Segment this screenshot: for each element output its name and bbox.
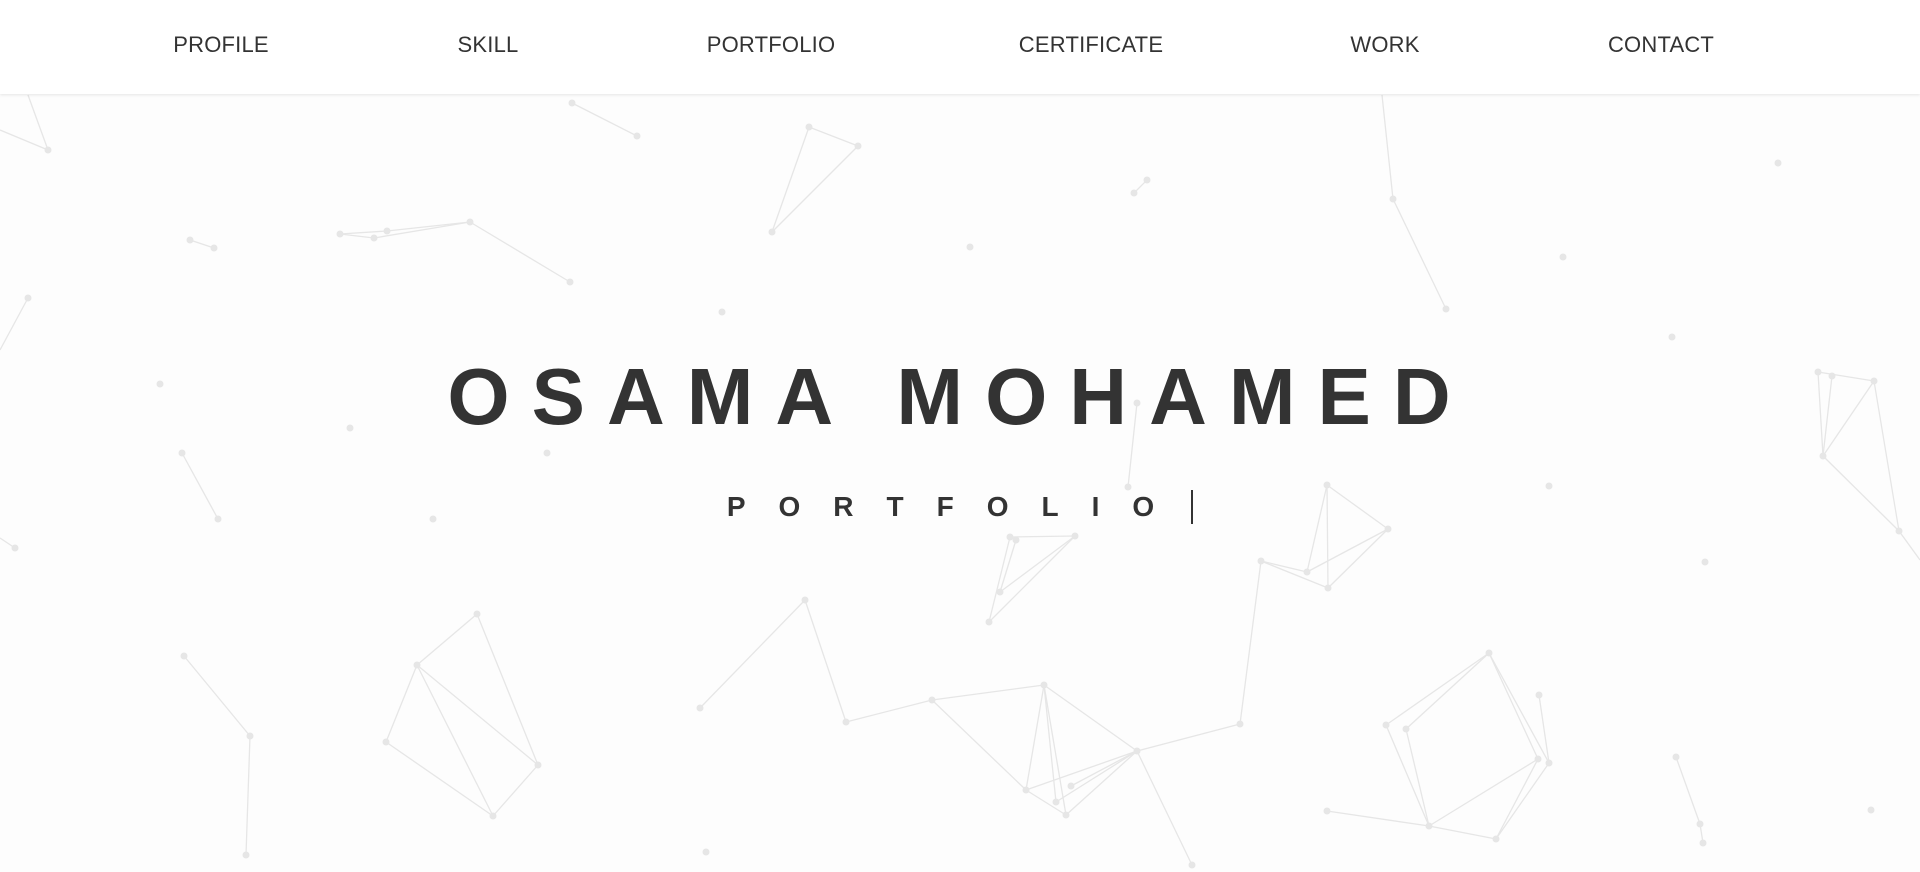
- hero-section: OSAMA MOHAMED PORTFOLIO: [0, 94, 1920, 872]
- top-navbar: PROFILE SKILL PORTFOLIO CERTIFICATE WORK…: [0, 0, 1920, 94]
- nav-item-skill[interactable]: SKILL: [458, 0, 519, 90]
- hero-title: OSAMA MOHAMED: [447, 352, 1473, 441]
- nav-item-portfolio[interactable]: PORTFOLIO: [707, 0, 836, 90]
- nav-item-contact[interactable]: CONTACT: [1608, 0, 1714, 90]
- page: PROFILE SKILL PORTFOLIO CERTIFICATE WORK…: [0, 0, 1920, 872]
- hero-subtitle-row: PORTFOLIO: [0, 487, 1920, 527]
- typing-cursor: [1191, 490, 1194, 524]
- nav-item-profile[interactable]: PROFILE: [173, 0, 269, 90]
- nav-item-certificate[interactable]: CERTIFICATE: [1019, 0, 1163, 90]
- hero-subtitle: PORTFOLIO: [726, 491, 1188, 522]
- nav-item-work[interactable]: WORK: [1350, 0, 1419, 90]
